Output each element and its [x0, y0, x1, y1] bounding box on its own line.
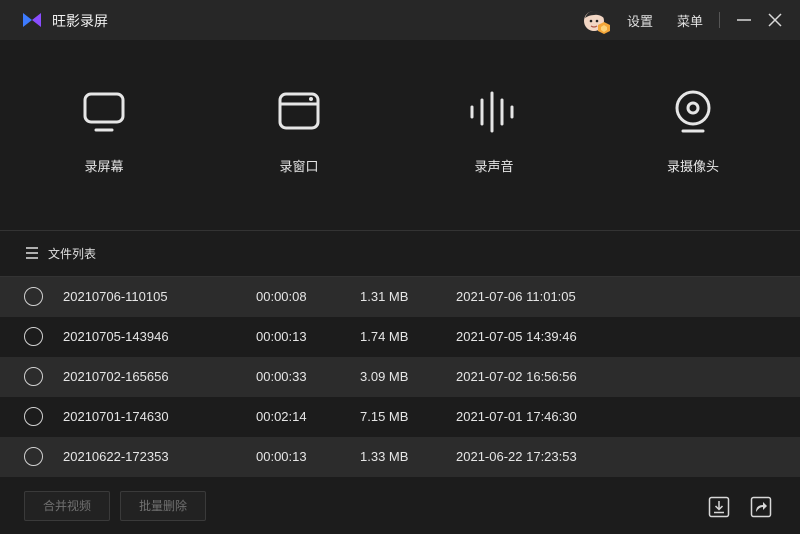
file-size: 1.74 MB: [360, 329, 409, 344]
titlebar-divider: [719, 12, 720, 28]
file-list-header: 文件列表: [0, 231, 800, 276]
table-row[interactable]: 20210702-165656 00:00:33 3.09 MB 2021-07…: [0, 357, 800, 397]
table-row[interactable]: 20210701-174630 00:02:14 7.15 MB 2021-07…: [0, 397, 800, 437]
merge-video-button[interactable]: 合并视频: [24, 491, 110, 521]
row-select-radio[interactable]: [24, 407, 43, 426]
list-icon: [26, 247, 38, 259]
file-list-title: 文件列表: [48, 247, 97, 261]
file-date: 2021-07-01 17:46:30: [456, 409, 577, 424]
app-logo-icon: [23, 13, 41, 27]
close-icon[interactable]: [766, 11, 784, 29]
app-title: 旺影录屏: [52, 13, 108, 29]
file-size: 3.09 MB: [360, 369, 409, 384]
table-row[interactable]: 20210706-110105 00:00:08 1.31 MB 2021-07…: [0, 277, 800, 317]
file-size: 7.15 MB: [360, 409, 409, 424]
file-list: 20210706-110105 00:00:08 1.31 MB 2021-07…: [0, 277, 800, 477]
file-name: 20210705-143946: [63, 329, 169, 344]
record-camera-button[interactable]: 录摄像头: [633, 90, 753, 180]
file-name: 20210622-172353: [63, 449, 169, 464]
file-name: 20210701-174630: [63, 409, 169, 424]
file-duration: 00:00:13: [256, 329, 307, 344]
record-window-label: 录窗口: [279, 159, 319, 174]
row-select-radio[interactable]: [24, 327, 43, 346]
minimize-icon[interactable]: [735, 11, 753, 29]
settings-button[interactable]: 设置: [627, 11, 653, 30]
record-mode-panel: 录屏幕 录窗口 录声音 录摄像头: [0, 40, 800, 230]
table-row[interactable]: 20210622-172353 00:00:13 1.33 MB 2021-06…: [0, 437, 800, 477]
row-select-radio[interactable]: [24, 287, 43, 306]
file-size: 1.33 MB: [360, 449, 409, 464]
share-icon[interactable]: [750, 496, 772, 518]
window-icon: [278, 92, 320, 130]
file-name: 20210706-110105: [63, 289, 168, 304]
soundwave-icon: [470, 91, 514, 133]
record-camera-label: 录摄像头: [666, 159, 719, 174]
file-name: 20210702-165656: [63, 369, 169, 384]
record-audio-label: 录声音: [474, 159, 514, 174]
import-download-icon[interactable]: [708, 496, 730, 518]
file-date: 2021-07-06 11:01:05: [456, 289, 576, 304]
record-audio-button[interactable]: 录声音: [434, 90, 554, 180]
title-bar: 旺影录屏 设置 菜单: [0, 0, 800, 40]
record-window-button[interactable]: 录窗口: [239, 90, 359, 180]
record-screen-button[interactable]: 录屏幕: [44, 90, 164, 180]
file-date: 2021-06-22 17:23:53: [456, 449, 577, 464]
file-size: 1.31 MB: [360, 289, 409, 304]
file-duration: 00:00:08: [256, 289, 307, 304]
file-duration: 00:00:33: [256, 369, 307, 384]
table-row[interactable]: 20210705-143946 00:00:13 1.74 MB 2021-07…: [0, 317, 800, 357]
monitor-icon: [83, 92, 125, 132]
row-select-radio[interactable]: [24, 447, 43, 466]
file-date: 2021-07-02 16:56:56: [456, 369, 577, 384]
footer-toolbar: 合并视频 批量删除: [0, 477, 800, 534]
file-date: 2021-07-05 14:39:46: [456, 329, 577, 344]
webcam-icon: [675, 90, 711, 133]
file-duration: 00:02:14: [256, 409, 307, 424]
record-screen-label: 录屏幕: [84, 159, 124, 174]
user-avatar-icon[interactable]: [582, 8, 612, 34]
menu-button[interactable]: 菜单: [677, 11, 703, 30]
file-duration: 00:00:13: [256, 449, 307, 464]
row-select-radio[interactable]: [24, 367, 43, 386]
batch-delete-button[interactable]: 批量删除: [120, 491, 206, 521]
